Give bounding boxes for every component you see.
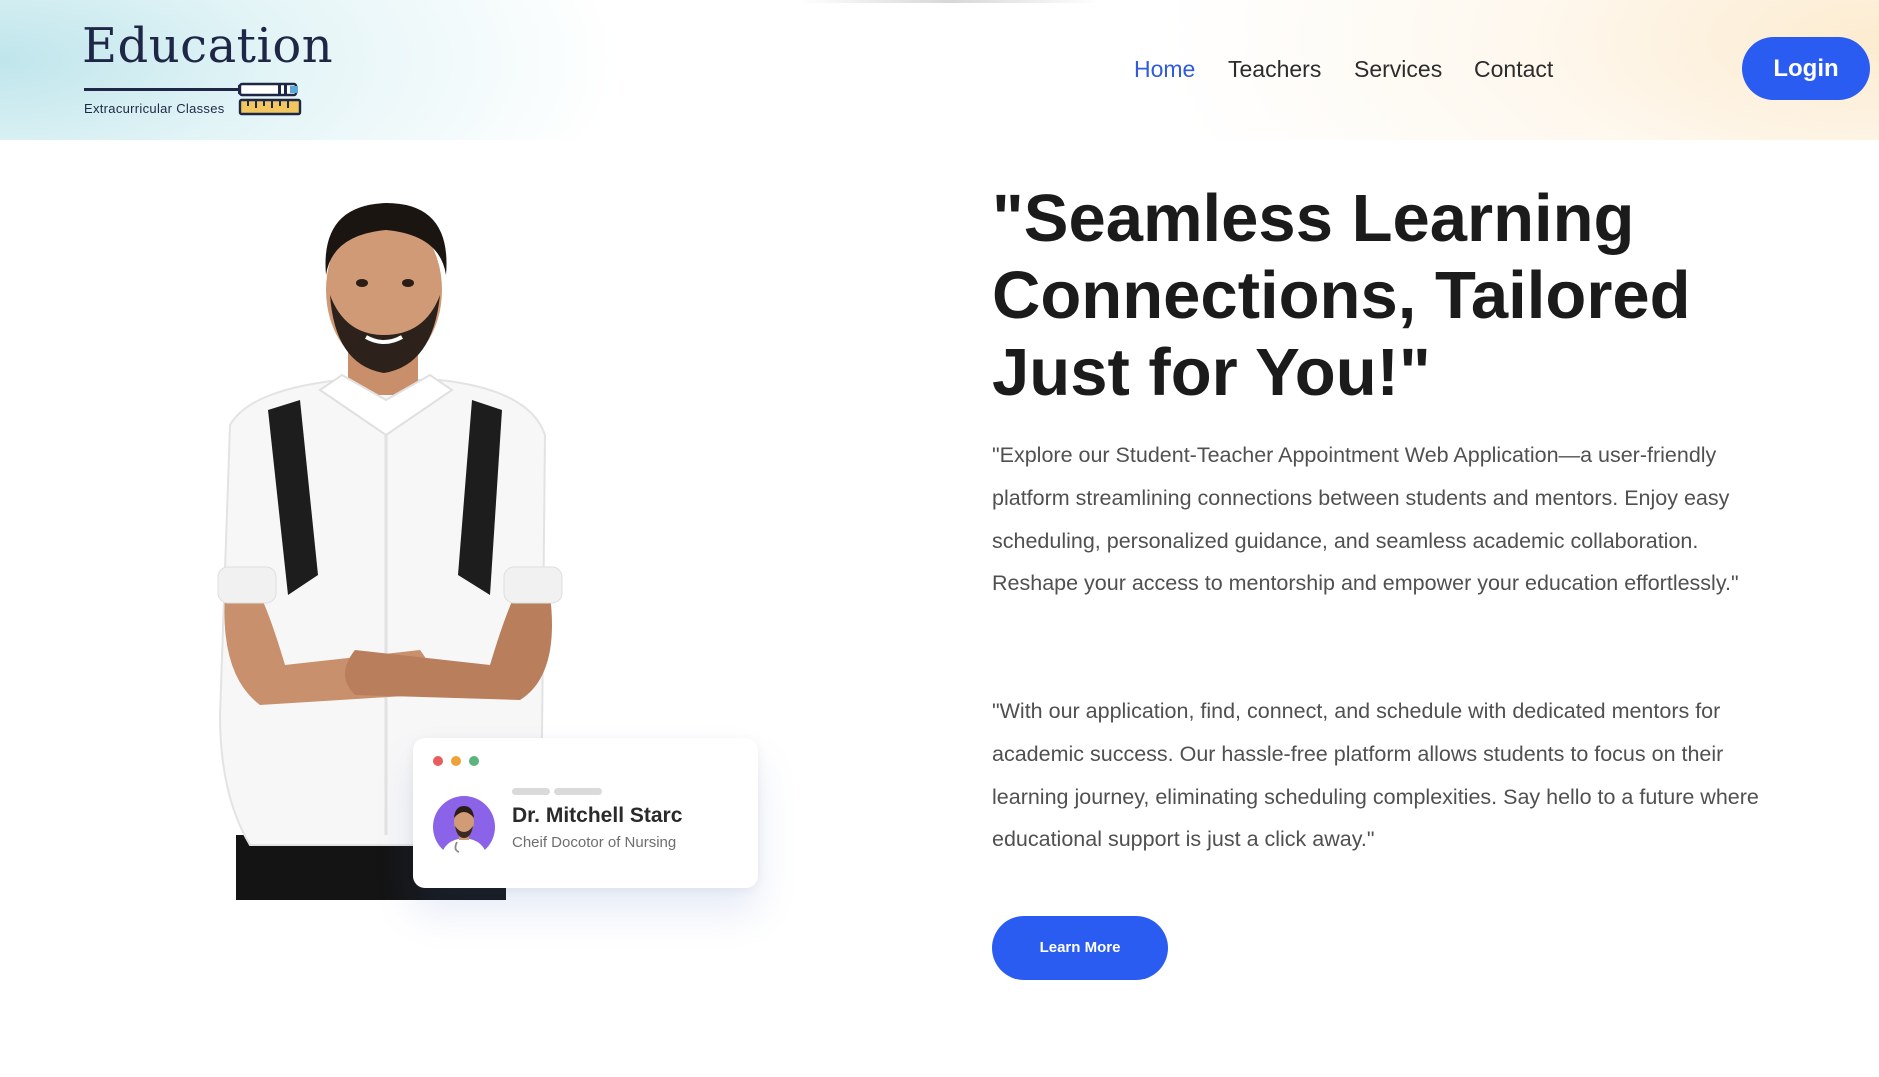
brand-underline xyxy=(84,88,244,91)
hero-headline: "Seamless Learning Connections, Tailored… xyxy=(992,181,1691,410)
hero-paragraph-intro: "Explore our Student-Teacher Appointment… xyxy=(992,443,1739,596)
mentor-name: Dr. Mitchell Starc xyxy=(512,804,683,827)
nav-services[interactable]: Services xyxy=(1354,52,1442,86)
mentor-profile-card[interactable]: Dr. Mitchell Starc Cheif Docotor of Nurs… xyxy=(413,738,758,888)
brand-subtitle: Extracurricular Classes xyxy=(84,101,225,116)
nav-contact[interactable]: Contact xyxy=(1474,52,1553,86)
login-button[interactable]: Login xyxy=(1742,37,1870,100)
mentor-role: Cheif Docotor of Nursing xyxy=(512,834,677,851)
nav-teachers[interactable]: Teachers xyxy=(1228,52,1321,86)
nav-home[interactable]: Home xyxy=(1134,52,1195,86)
card-placeholder-bar xyxy=(512,788,550,795)
hero-paragraph-details: "With our application, find, connect, an… xyxy=(992,699,1759,852)
brand-logo[interactable]: Education Extracurricular Classes xyxy=(82,18,333,116)
green-dot xyxy=(469,756,479,766)
window-dots xyxy=(433,756,479,766)
pencil-ruler-icon xyxy=(238,82,302,116)
red-dot xyxy=(433,756,443,766)
doctor-avatar xyxy=(433,796,495,858)
site-header: Education Extracurricular Classes Home T… xyxy=(0,0,1879,140)
top-divider xyxy=(800,0,1100,3)
orange-dot xyxy=(451,756,461,766)
brand-title: Education xyxy=(82,18,334,74)
card-placeholder-bar xyxy=(554,788,602,795)
learn-more-button[interactable]: Learn More xyxy=(992,916,1168,980)
